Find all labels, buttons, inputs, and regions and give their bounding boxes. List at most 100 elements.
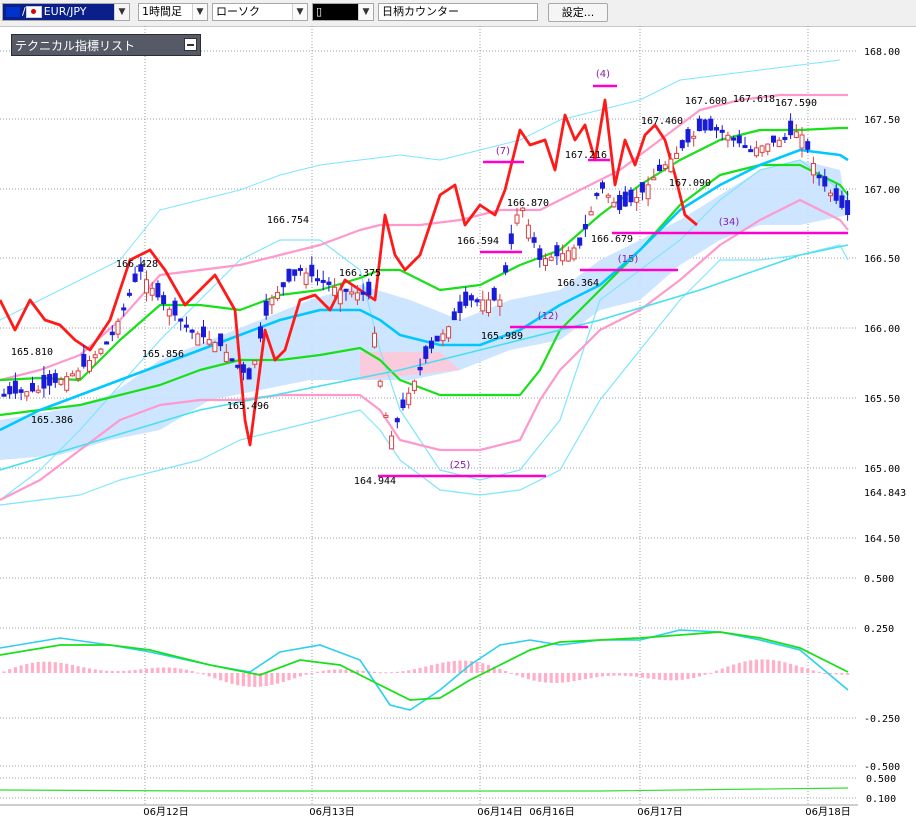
macd-histogram-bar	[549, 673, 553, 683]
price-chart[interactable]: (25) (12) (7) (15) (4) (34) 165.810 165.386 166…	[0, 26, 916, 822]
count-label: (4)	[596, 69, 610, 80]
candle-down	[172, 300, 178, 316]
timeframe-select[interactable]: 1時間足 ▼	[138, 3, 208, 21]
macd-histogram-bar	[452, 660, 456, 673]
macd-histogram-bar	[441, 662, 445, 673]
candle-down	[434, 335, 440, 342]
indicator-list-panel[interactable]: テクニカル指標リスト	[11, 34, 201, 56]
candle-up	[354, 292, 360, 301]
macd-histogram-bar	[167, 667, 171, 673]
macd-histogram-bar	[777, 661, 781, 673]
candle-down	[423, 346, 429, 359]
drawing-tool-select[interactable]: ▯ ▼	[312, 3, 374, 21]
macd-histogram-bar	[578, 673, 582, 681]
date-tick-label: 06月12日	[143, 806, 188, 818]
macd-histogram-bar	[623, 673, 627, 676]
macd-histogram-bar	[82, 667, 86, 673]
candle-up	[828, 192, 833, 197]
candle-down	[594, 193, 600, 197]
macd-histogram-bar	[236, 673, 240, 686]
macd-histogram-bar	[794, 665, 798, 673]
candle-up	[332, 286, 338, 296]
macd-histogram-bar	[424, 666, 428, 673]
macd-histogram-bar	[99, 670, 103, 673]
candle-down	[537, 248, 543, 260]
timeframe-label: 1時間足	[142, 5, 182, 18]
macd-histogram-bar	[771, 660, 776, 673]
candle-down	[736, 135, 742, 144]
candle-up	[98, 348, 104, 354]
macd-histogram-bar	[618, 673, 622, 676]
candle-down	[30, 383, 35, 392]
chevron-down-icon[interactable]: ▼	[192, 4, 207, 20]
macd-histogram-bar	[811, 670, 815, 673]
candle-down	[782, 136, 788, 140]
macd-histogram-bar	[418, 667, 422, 673]
chart-type-select[interactable]: ローソク ▼	[212, 3, 308, 21]
peak-price-label: 166.364	[557, 278, 599, 289]
sub-indicator-line	[0, 787, 849, 792]
price-tick-label: 165.50	[864, 394, 900, 405]
candle-up	[560, 253, 566, 262]
macd-histogram-bar	[640, 673, 644, 678]
candle-down	[839, 195, 845, 208]
macd-histogram-bar	[372, 671, 377, 673]
candle-down	[685, 129, 691, 143]
macd-histogram-bar	[230, 673, 234, 684]
currency-pair-select[interactable]: / EUR/JPY ▼	[2, 3, 130, 21]
macd-histogram-bar	[646, 673, 650, 679]
candle-up	[525, 224, 531, 239]
chart-area[interactable]: (25) (12) (7) (15) (4) (34) 165.810 165.386 166…	[0, 26, 916, 822]
settings-button[interactable]: 設定...	[548, 3, 608, 22]
candle-down	[394, 418, 400, 423]
macd-histogram-bar	[401, 671, 405, 673]
macd-histogram-bar	[116, 671, 120, 673]
candle-up	[810, 163, 816, 176]
peak-price-label: 165.989	[481, 331, 523, 342]
macd-histogram-bar	[663, 673, 667, 681]
candle-up	[115, 320, 121, 335]
candle-up	[674, 152, 680, 159]
candle-up	[759, 145, 765, 153]
minimize-icon[interactable]	[184, 38, 197, 51]
macd-histogram-bar	[720, 668, 724, 673]
candle-up	[793, 131, 799, 138]
candle-up	[776, 139, 782, 148]
macd-histogram-bar	[692, 673, 696, 678]
day-counter-label: 日柄カウンター	[382, 5, 459, 18]
chevron-down-icon[interactable]: ▼	[358, 4, 373, 20]
candle-down	[679, 140, 685, 149]
macd-histogram-bar	[800, 667, 804, 673]
count-label: (34)	[719, 217, 740, 228]
macd-histogram-bar	[504, 671, 508, 673]
peak-price-label: 166.594	[457, 236, 499, 247]
macd-histogram-bar	[293, 673, 297, 679]
macd-histogram-bar	[566, 673, 570, 682]
candle-down	[628, 189, 634, 203]
day-counter-field[interactable]: 日柄カウンター	[378, 3, 538, 21]
candle-down	[326, 281, 332, 285]
candle-down	[417, 366, 423, 371]
candle-down	[833, 188, 839, 201]
macd-histogram-bar	[555, 673, 559, 683]
candle-up	[753, 147, 759, 157]
candle-down	[155, 283, 161, 298]
macd-histogram-bar	[344, 669, 348, 673]
candle-up	[349, 291, 355, 295]
candle-up	[691, 135, 697, 139]
chevron-down-icon[interactable]: ▼	[114, 4, 129, 20]
macd-histogram-bar	[105, 670, 109, 673]
candle-down	[81, 353, 87, 367]
macd-histogram-bar	[241, 673, 245, 687]
date-tick-label: 06月17日	[637, 806, 682, 818]
candle-down	[1, 393, 7, 397]
macd-histogram-bar	[840, 673, 844, 675]
macd-histogram-bar	[310, 673, 314, 674]
chevron-down-icon[interactable]: ▼	[292, 4, 307, 20]
candle-down	[12, 380, 18, 394]
candle-down	[178, 318, 184, 322]
candle-down	[109, 331, 115, 336]
candle-down	[457, 301, 463, 314]
macd-histogram-bar	[766, 659, 770, 673]
candle-up	[372, 332, 377, 348]
